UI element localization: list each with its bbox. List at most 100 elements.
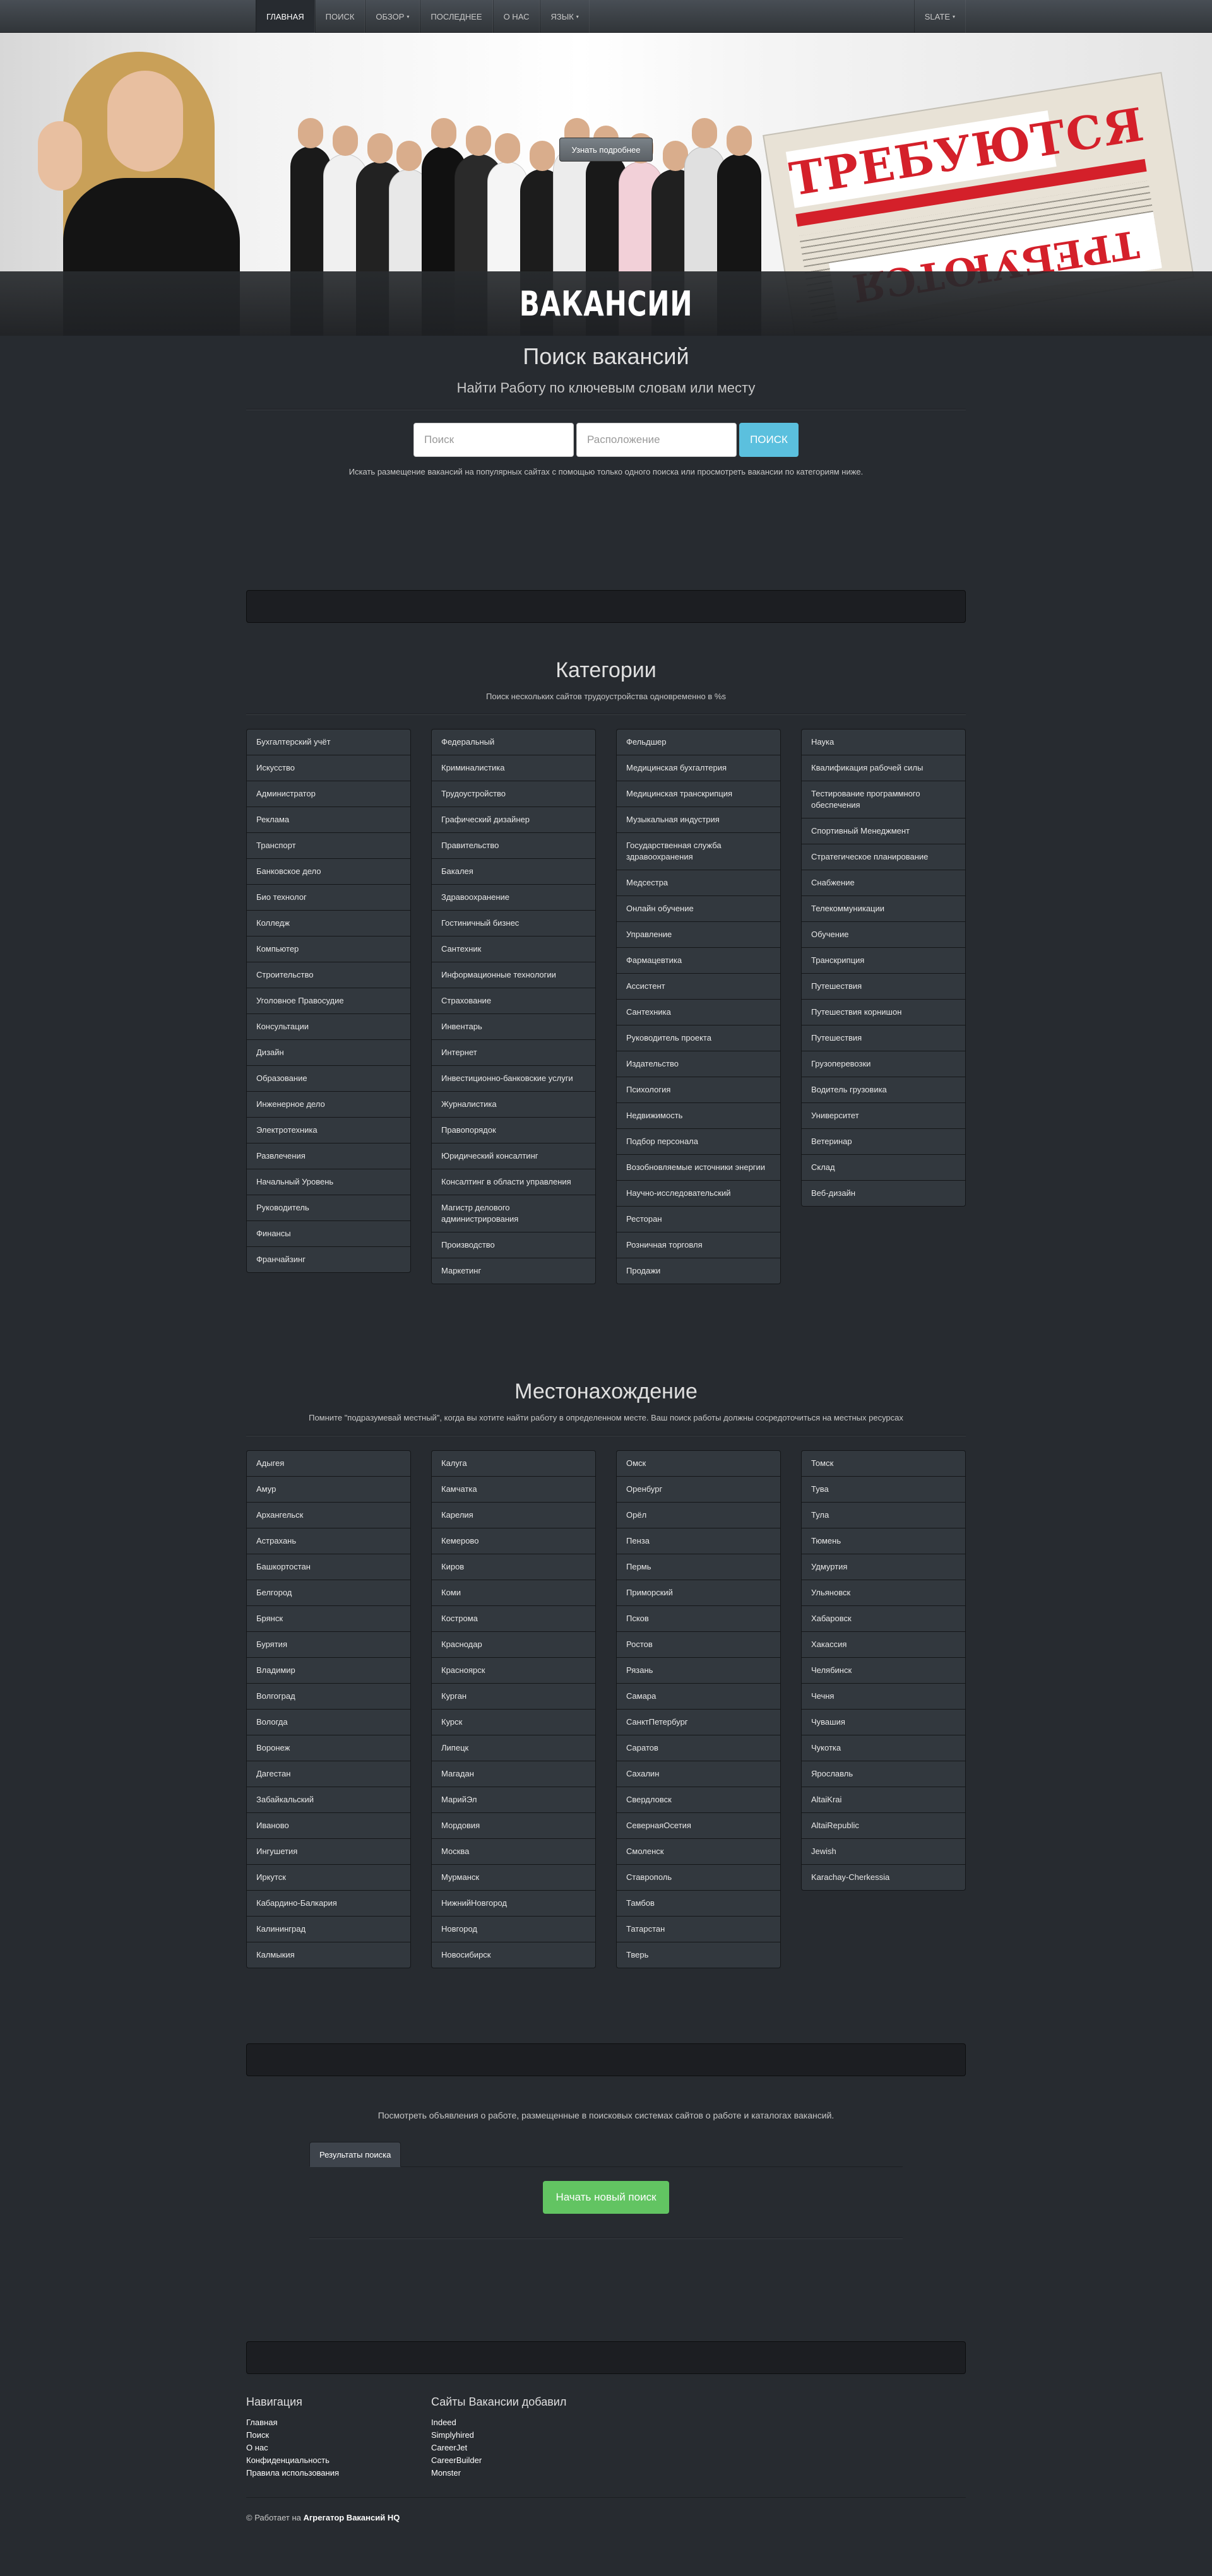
category-link[interactable]: Инвентарь	[431, 1013, 596, 1040]
category-link[interactable]: Начальный Уровень	[246, 1169, 411, 1195]
powered-link[interactable]: Агрегатор Вакансий HQ	[304, 2513, 400, 2522]
category-link[interactable]: Юридический консалтинг	[431, 1143, 596, 1169]
location-link[interactable]: Киров	[431, 1554, 596, 1580]
category-link[interactable]: Транспорт	[246, 832, 411, 859]
category-link[interactable]: Телекоммуникации	[801, 895, 966, 922]
category-link[interactable]: Журналистика	[431, 1091, 596, 1118]
location-link[interactable]: МарийЭл	[431, 1787, 596, 1813]
category-link[interactable]: Спортивный Менеджмент	[801, 818, 966, 844]
category-link[interactable]: Квалификация рабочей силы	[801, 755, 966, 781]
category-link[interactable]: Фармацевтика	[616, 947, 781, 974]
location-link[interactable]: Карелия	[431, 1502, 596, 1528]
category-link[interactable]: Инвестиционно-банковские услуги	[431, 1065, 596, 1092]
category-link[interactable]: Бухгалтерский учёт	[246, 729, 411, 755]
category-link[interactable]: Био технолог	[246, 884, 411, 911]
location-link[interactable]: Красноярск	[431, 1657, 596, 1684]
category-link[interactable]: Графический дизайнер	[431, 806, 596, 833]
location-link[interactable]: Пермь	[616, 1554, 781, 1580]
location-link[interactable]: Курган	[431, 1683, 596, 1710]
search-button[interactable]: ПОИСК	[739, 423, 799, 457]
location-link[interactable]: Хакассия	[801, 1631, 966, 1658]
location-link[interactable]: AltaiRepublic	[801, 1812, 966, 1839]
category-link[interactable]: Путешествия корнишон	[801, 999, 966, 1025]
footer-site-link[interactable]: Simplyhired	[431, 2429, 616, 2442]
location-link[interactable]: НижнийНовгород	[431, 1890, 596, 1917]
location-link[interactable]: Калуга	[431, 1450, 596, 1477]
category-link[interactable]: Сантехника	[616, 999, 781, 1025]
category-link[interactable]: Банковское дело	[246, 858, 411, 885]
category-link[interactable]: Университет	[801, 1102, 966, 1129]
location-link[interactable]: Чукотка	[801, 1735, 966, 1761]
category-link[interactable]: Грузоперевозки	[801, 1051, 966, 1077]
location-link[interactable]: Иркутск	[246, 1864, 411, 1891]
learn-more-button[interactable]: Узнать подробнее	[559, 138, 653, 162]
location-link[interactable]: Jewish	[801, 1838, 966, 1865]
location-link[interactable]: Татарстан	[616, 1916, 781, 1942]
category-link[interactable]: Франчайзинг	[246, 1246, 411, 1273]
location-input[interactable]	[576, 423, 737, 457]
location-link[interactable]: Омск	[616, 1450, 781, 1477]
footer-site-link[interactable]: CareerJet	[431, 2442, 616, 2454]
category-link[interactable]: Подбор персонала	[616, 1128, 781, 1155]
location-link[interactable]: Забайкальский	[246, 1787, 411, 1813]
category-link[interactable]: Музыкальная индустрия	[616, 806, 781, 833]
location-link[interactable]: Мордовия	[431, 1812, 596, 1839]
location-link[interactable]: Тюмень	[801, 1528, 966, 1554]
location-link[interactable]: Новгород	[431, 1916, 596, 1942]
category-link[interactable]: Водитель грузовика	[801, 1077, 966, 1103]
footer-nav-link[interactable]: Правила использования	[246, 2467, 431, 2479]
category-link[interactable]: Медицинская бухгалтерия	[616, 755, 781, 781]
location-link[interactable]: Тула	[801, 1502, 966, 1528]
category-link[interactable]: Уголовное Правосудие	[246, 988, 411, 1014]
category-link[interactable]: Склад	[801, 1154, 966, 1181]
category-link[interactable]: Ресторан	[616, 1206, 781, 1232]
nav-item[interactable]: О НАС	[492, 0, 540, 33]
location-link[interactable]: Калмыкия	[246, 1942, 411, 1968]
location-link[interactable]: Адыгея	[246, 1450, 411, 1477]
location-link[interactable]: Оренбург	[616, 1476, 781, 1503]
category-link[interactable]: Финансы	[246, 1220, 411, 1247]
category-link[interactable]: Образование	[246, 1065, 411, 1092]
keyword-input[interactable]	[413, 423, 574, 457]
category-link[interactable]: Консалтинг в области управления	[431, 1169, 596, 1195]
category-link[interactable]: Колледж	[246, 910, 411, 936]
category-link[interactable]: Тестирование программного обеспечения	[801, 781, 966, 818]
footer-nav-link[interactable]: Конфиденциальность	[246, 2454, 431, 2467]
location-link[interactable]: Рязань	[616, 1657, 781, 1684]
location-link[interactable]: СанктПетербург	[616, 1709, 781, 1735]
category-link[interactable]: Научно-исследовательский	[616, 1180, 781, 1207]
location-link[interactable]: Саратов	[616, 1735, 781, 1761]
nav-item[interactable]: ГЛАВНАЯ	[256, 0, 315, 33]
category-link[interactable]: Розничная торговля	[616, 1232, 781, 1258]
category-link[interactable]: Наука	[801, 729, 966, 755]
footer-site-link[interactable]: Indeed	[431, 2416, 616, 2429]
category-link[interactable]: Медицинская транскрипция	[616, 781, 781, 807]
category-link[interactable]: Ассистент	[616, 973, 781, 1000]
category-link[interactable]: Ветеринар	[801, 1128, 966, 1155]
category-link[interactable]: Информационные технологии	[431, 962, 596, 988]
location-link[interactable]: Белгород	[246, 1580, 411, 1606]
category-link[interactable]: Снабжение	[801, 870, 966, 896]
location-link[interactable]: Владимир	[246, 1657, 411, 1684]
location-link[interactable]: Липецк	[431, 1735, 596, 1761]
location-link[interactable]: СевернаяОсетия	[616, 1812, 781, 1839]
location-link[interactable]: Магадан	[431, 1761, 596, 1787]
location-link[interactable]: Ульяновск	[801, 1580, 966, 1606]
category-link[interactable]: Обучение	[801, 921, 966, 948]
new-search-button[interactable]: Начать новый поиск	[543, 2181, 669, 2214]
location-link[interactable]: Москва	[431, 1838, 596, 1865]
category-link[interactable]: Путешествия	[801, 1025, 966, 1051]
location-link[interactable]: Мурманск	[431, 1864, 596, 1891]
category-link[interactable]: Медсестра	[616, 870, 781, 896]
footer-nav-link[interactable]: О нас	[246, 2442, 431, 2454]
location-link[interactable]: Кострома	[431, 1605, 596, 1632]
category-link[interactable]: Реклама	[246, 806, 411, 833]
category-link[interactable]: Фельдшер	[616, 729, 781, 755]
category-link[interactable]: Криминалистика	[431, 755, 596, 781]
location-link[interactable]: Коми	[431, 1580, 596, 1606]
footer-site-link[interactable]: Monster	[431, 2467, 616, 2479]
category-link[interactable]: Бакалея	[431, 858, 596, 885]
theme-dropdown[interactable]: SLATE ▾	[913, 0, 966, 33]
category-link[interactable]: Развлечения	[246, 1143, 411, 1169]
location-link[interactable]: Астрахань	[246, 1528, 411, 1554]
